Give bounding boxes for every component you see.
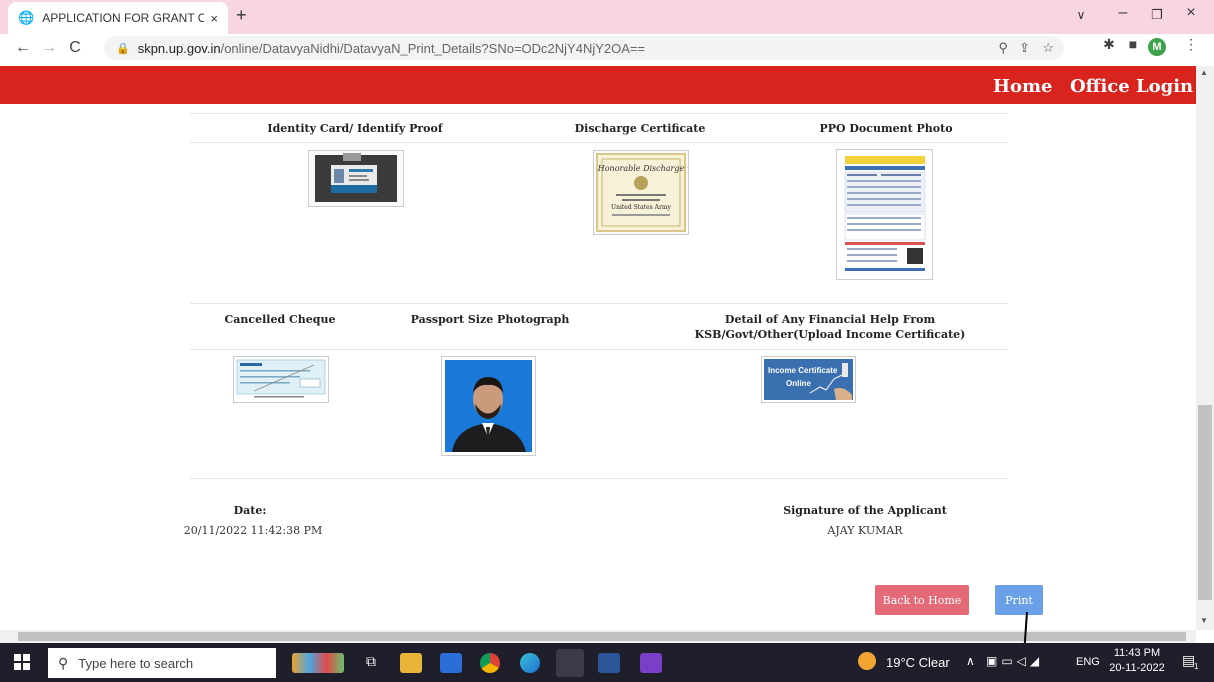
notification-count: 1 xyxy=(1194,662,1199,671)
scroll-up-arrow-icon[interactable]: ▲ xyxy=(1200,68,1208,77)
chrome-icon[interactable] xyxy=(480,653,500,673)
weather-text[interactable]: 19°C Clear xyxy=(886,655,950,670)
passport-photo-image[interactable] xyxy=(441,356,536,456)
signature-label: Signature of the Applicant xyxy=(783,504,947,517)
discharge-certificate-image[interactable]: Honorable Discharge United States Army xyxy=(593,150,689,235)
certificate-image-icon: Honorable Discharge United States Army xyxy=(596,153,686,232)
ppo-document-label: PPO Document Photo xyxy=(819,122,953,135)
identity-card-image[interactable] xyxy=(308,150,404,207)
tray-icons[interactable]: ▣▭◁◢ xyxy=(986,654,1043,668)
income-certificate-image-icon: Income Certificate Online xyxy=(764,359,853,400)
back-to-home-button[interactable]: Back to Home xyxy=(875,585,969,615)
divider xyxy=(190,349,1008,350)
edge-icon[interactable] xyxy=(520,653,540,673)
ppo-document-image[interactable] xyxy=(836,149,933,280)
language-indicator[interactable]: ENG xyxy=(1076,656,1100,668)
back-arrow-icon[interactable]: ← xyxy=(10,39,36,57)
chrome-profile-icon[interactable] xyxy=(556,649,584,677)
horizontal-scroll-thumb[interactable] xyxy=(18,632,1186,641)
graph-hand-icon xyxy=(809,363,852,400)
identity-card-label: Identity Card/ Identify Proof xyxy=(267,122,443,135)
task-view-icon[interactable]: ⧉ xyxy=(360,653,382,673)
people-widget-icon[interactable] xyxy=(292,653,344,673)
date-label: Date: xyxy=(233,504,267,517)
nav-home-link[interactable]: Home xyxy=(993,76,1053,97)
cheque-image-icon xyxy=(236,359,326,398)
tab-title: APPLICATION FOR GRANT OF FI xyxy=(42,11,205,25)
tab-search-chevron-icon[interactable]: ∨ xyxy=(1066,8,1096,22)
store-icon[interactable] xyxy=(440,653,462,673)
url-host: skpn.up.gov.in xyxy=(137,40,221,56)
vertical-scroll-thumb[interactable] xyxy=(1198,405,1212,600)
minimize-icon[interactable]: – xyxy=(1108,4,1138,22)
forward-arrow-icon[interactable]: → xyxy=(36,39,62,57)
divider xyxy=(190,142,1008,143)
lock-icon: 🔒 xyxy=(116,42,130,55)
cancelled-cheque-image[interactable] xyxy=(233,356,329,403)
tray-chevron-icon[interactable]: ∧ xyxy=(966,654,975,668)
clock-time[interactable]: 11:43 PM xyxy=(1108,647,1166,659)
visual-studio-icon[interactable] xyxy=(640,653,662,673)
new-tab-button[interactable]: + xyxy=(236,5,247,26)
print-button[interactable]: Print xyxy=(995,585,1043,615)
divider xyxy=(190,113,1008,114)
date-value: 20/11/2022 11:42:38 PM xyxy=(183,524,323,537)
search-icon: ⚲ xyxy=(58,654,69,671)
divider xyxy=(190,478,1008,479)
nav-office-login-link[interactable]: Office Login xyxy=(1070,76,1193,97)
bookmark-star-icon[interactable]: ☆ xyxy=(1042,40,1054,56)
document-image-icon xyxy=(844,156,926,271)
zoom-icon[interactable]: ⚲ xyxy=(998,40,1008,56)
photo-image-icon xyxy=(445,360,532,452)
svg-text:United States Army: United States Army xyxy=(611,204,671,211)
globe-icon: 🌐 xyxy=(18,10,35,25)
restore-icon[interactable]: ❐ xyxy=(1142,7,1172,23)
divider xyxy=(190,303,1008,304)
address-bar[interactable]: 🔒 skpn.up.gov.in/online/DatavyaNidhi/Dat… xyxy=(104,36,1064,60)
financial-help-label-line1: Detail of Any Financial Help From xyxy=(724,313,936,326)
id-card-image-icon xyxy=(315,153,397,202)
clock-date[interactable]: 20-11-2022 xyxy=(1106,662,1168,674)
word-icon[interactable] xyxy=(598,653,620,673)
browser-tab[interactable]: 🌐 APPLICATION FOR GRANT OF FI × xyxy=(8,2,228,34)
scroll-down-arrow-icon[interactable]: ▼ xyxy=(1200,616,1208,625)
menu-kebab-icon[interactable]: ⋮ xyxy=(1180,36,1202,53)
cancelled-cheque-label: Cancelled Cheque xyxy=(224,313,336,326)
browser-toolbar: ← → C 🔒 skpn.up.gov.in/online/DatavyaNid… xyxy=(0,34,1214,62)
windows-start-icon[interactable] xyxy=(14,654,30,670)
profile-avatar[interactable]: M xyxy=(1148,38,1166,56)
discharge-certificate-label: Discharge Certificate xyxy=(574,122,706,135)
weather-moon-icon xyxy=(858,652,876,670)
taskbar-search-box[interactable]: ⚲ Type here to search xyxy=(48,648,276,678)
share-icon[interactable]: ⇪ xyxy=(1019,40,1030,56)
extensions-puzzle-icon[interactable]: ✱ xyxy=(1098,36,1120,53)
tab-close-icon[interactable]: × xyxy=(210,11,218,26)
signature-value: AJAY KUMAR xyxy=(827,524,903,537)
financial-help-label-line2: KSB/Govt/Other(Upload Income Certificate… xyxy=(694,328,966,341)
close-window-icon[interactable]: × xyxy=(1176,4,1206,22)
income-certificate-image[interactable]: Income Certificate Online xyxy=(761,356,856,403)
file-explorer-icon[interactable] xyxy=(400,653,422,673)
svg-text:Honorable Discharge: Honorable Discharge xyxy=(597,164,685,173)
search-placeholder: Type here to search xyxy=(78,655,194,671)
side-panel-icon[interactable]: ■ xyxy=(1122,36,1144,52)
passport-photo-label: Passport Size Photograph xyxy=(410,313,570,326)
reload-icon[interactable]: C xyxy=(62,39,88,57)
url-path: /online/DatavyaNidhi/DatavyaN_Print_Deta… xyxy=(220,40,646,56)
